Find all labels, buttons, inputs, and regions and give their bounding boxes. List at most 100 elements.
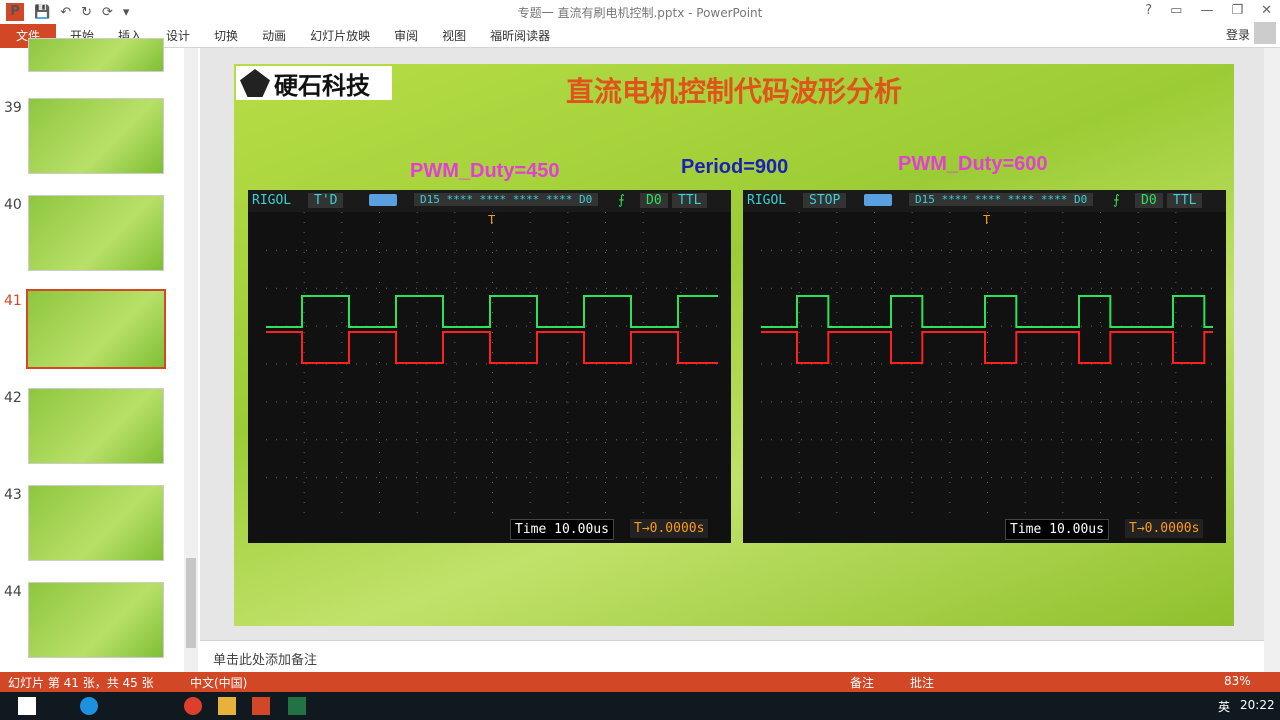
grid-dot [911,242,913,243]
thumbnail-43[interactable]: 43 [0,485,180,565]
zoom-level[interactable]: 83% [1224,674,1251,688]
editor-vertical-scrollbar[interactable] [1264,48,1280,672]
grid-dot [626,477,627,479]
thumbnail-40[interactable]: 40 [0,195,180,275]
grid-dot [316,477,317,479]
grid-dot [821,287,822,289]
grid-dot [1051,249,1052,251]
tab-animations[interactable]: 动画 [262,24,298,48]
chrome-icon[interactable] [184,697,202,715]
grid-dot [492,392,493,393]
minimize-button[interactable]: — [1200,3,1213,18]
close-button[interactable]: ✕ [1261,3,1272,18]
period-label[interactable]: Period=900 [681,156,788,179]
grid-dot [1175,422,1177,423]
thumbnails-scrollbar[interactable] [184,48,198,672]
powerpoint-taskbar-icon[interactable] [252,697,270,715]
grid-dot [1161,249,1162,251]
notes-toggle-button[interactable]: 备注 [850,674,874,691]
avatar[interactable] [1254,22,1276,44]
thumbnail-41[interactable]: 41 [0,289,180,371]
login-button[interactable]: 登录 [1226,26,1250,43]
grid-dot [567,222,569,223]
grid-dot [356,287,357,289]
grid-dot [379,422,380,423]
tab-review[interactable]: 审阅 [394,24,430,48]
slide-title[interactable]: 直流电机控制代码波形分析 [234,70,1234,110]
grid-dot [567,492,569,493]
grid-dot [781,401,782,403]
grid-dot [680,332,682,333]
grid-dot [266,401,267,403]
grid-dot [841,477,842,479]
grid-dot [492,372,493,373]
grid-dot [642,342,644,343]
scrollbar-thumb[interactable] [186,558,196,648]
notes-placeholder[interactable]: 单击此处添加备注 [213,649,317,668]
language-indicator[interactable]: 中文(中国) [190,674,247,691]
tab-transitions[interactable]: 切换 [214,24,250,48]
grid-dot [949,322,951,323]
grid-dot [911,252,913,253]
restore-button[interactable]: ❐ [1231,3,1243,18]
grid-dot [911,477,912,479]
pwm-duty-right-label[interactable]: PWM_Duty=600 [898,153,1048,176]
grid-dot [379,362,380,363]
grid-dot [567,232,569,233]
grid-dot [341,442,343,443]
grid-dot [901,477,902,479]
tab-foxit-reader[interactable]: 福昕阅读器 [490,24,562,48]
edge-browser-icon[interactable] [80,697,98,715]
thumbnail-44[interactable]: 44 [0,582,180,662]
slide-canvas[interactable]: 硬石科技 直流电机控制代码波形分析 PWM_Duty=450 Period=90… [234,64,1234,626]
thumbnail-42[interactable]: 42 [0,388,180,468]
grid-dot [991,287,992,289]
tab-slideshow[interactable]: 幻灯片放映 [310,24,382,48]
grid-dot [949,432,951,433]
file-explorer-icon[interactable] [218,697,236,715]
grid-dot [1024,392,1026,393]
grid-dot [1001,477,1002,479]
windows-start-icon[interactable] [18,697,36,715]
oscilloscope-left[interactable]: RIGOL T'D D15 **** **** **** **** D0 ⨍ D… [248,190,731,543]
grid-dot [1137,412,1139,413]
oscilloscope-right[interactable]: RIGOL STOP D15 **** **** **** **** D0 ⨍ … [743,190,1226,543]
grid-dot [716,477,717,479]
excel-taskbar-icon[interactable] [288,697,306,715]
grid-dot [911,472,913,473]
grid-dot [811,477,812,479]
system-clock[interactable]: 20:22 [1240,698,1275,712]
ribbon-display-button[interactable]: ▭ [1170,3,1182,18]
comments-toggle-button[interactable]: 批注 [910,674,934,691]
pwm-duty-left-label[interactable]: PWM_Duty=450 [410,160,560,183]
grid-dot [911,212,913,213]
grid-dot [1071,439,1072,441]
grid-dot [416,272,418,273]
grid-dot [680,372,682,373]
tab-view[interactable]: 视图 [442,24,478,48]
grid-dot [791,477,792,479]
grid-dot [529,502,531,503]
grid-dot [911,432,913,433]
help-button[interactable]: ? [1145,3,1152,18]
notes-pane[interactable]: 单击此处添加备注 [200,640,1264,672]
grid-dot [836,472,838,473]
ime-indicator[interactable]: 英 [1218,698,1230,715]
grid-dot [874,222,875,223]
grid-dot [987,372,988,373]
grid-dot [454,492,456,493]
grid-dot [266,439,267,441]
grid-dot [1137,422,1139,423]
grid-dot [836,212,838,213]
thumbnail-39[interactable]: 39 [0,98,180,178]
grid-dot [801,249,802,251]
grid-dot [911,482,913,483]
grid-dot [1211,287,1212,289]
grid-dot [1100,232,1101,233]
trigger-edge-icon: ⨍ [1113,193,1120,208]
grid-dot [949,392,951,393]
grid-dot [366,439,367,441]
grid-dot [798,392,800,393]
grid-dot [911,342,913,343]
grid-dot [971,439,972,441]
